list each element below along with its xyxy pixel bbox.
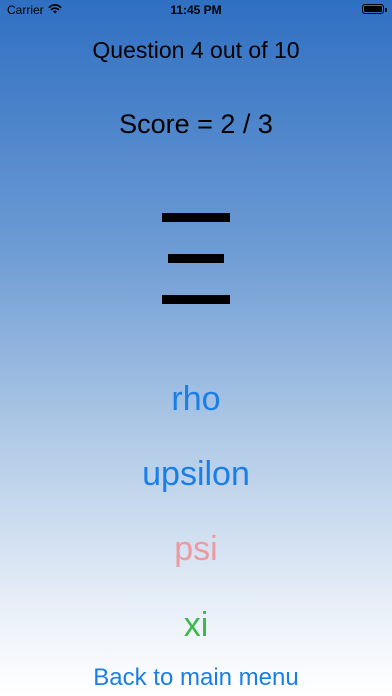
status-time: 11:45 PM <box>170 3 222 17</box>
question-counter: Question 4 out of 10 <box>92 37 300 63</box>
answer-button-rho[interactable]: rho <box>0 380 392 419</box>
greek-letter-symbol <box>0 205 392 315</box>
back-to-main-menu-button[interactable]: Back to main menu <box>0 664 392 692</box>
answer-button-upsilon[interactable]: upsilon <box>0 455 392 494</box>
battery-icon <box>362 4 387 14</box>
status-bar: Carrier 11:45 PM <box>0 0 392 20</box>
symbol-middle-bar <box>168 254 224 263</box>
answer-button-xi[interactable]: xi <box>0 606 392 645</box>
answer-button-psi[interactable]: psi <box>0 530 392 569</box>
quiz-screen: Carrier 11:45 PM Question 4 out of 10 Sc… <box>0 0 392 696</box>
score-label: Score = 2 / 3 <box>119 109 273 139</box>
symbol-bottom-bar <box>162 295 230 304</box>
symbol-top-bar <box>162 213 230 222</box>
